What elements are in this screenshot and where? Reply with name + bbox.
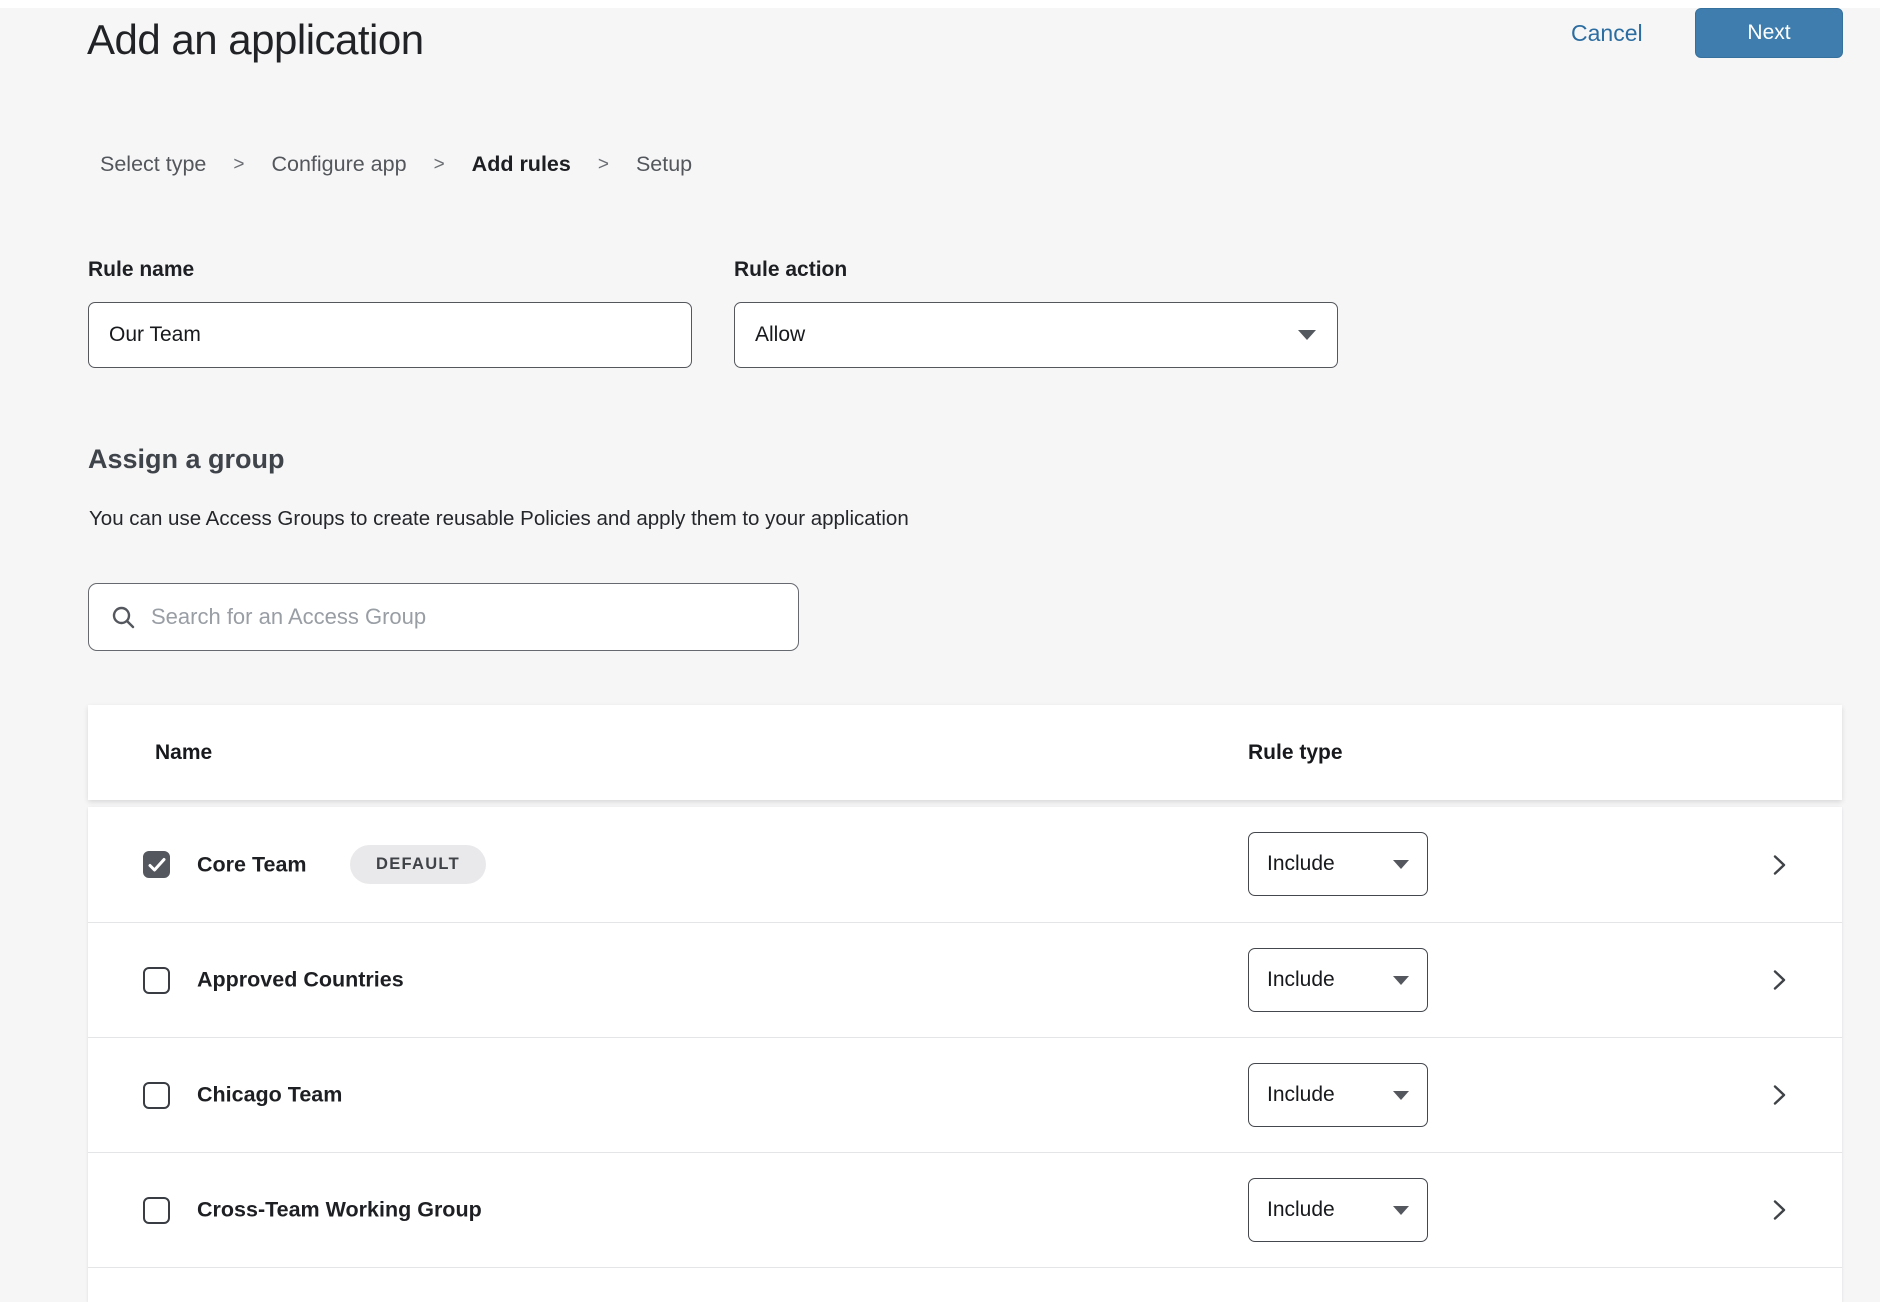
assign-group-description: You can use Access Groups to create reus… — [89, 507, 909, 531]
chevron-right-icon[interactable] — [1766, 1082, 1792, 1108]
step-configure-app[interactable]: Configure app — [271, 152, 406, 177]
chevron-down-icon — [1298, 330, 1316, 340]
row-checkbox[interactable] — [143, 1197, 170, 1224]
chevron-separator-icon: > — [233, 154, 244, 176]
next-button[interactable]: Next — [1695, 8, 1843, 58]
access-group-search — [88, 583, 799, 651]
default-badge: DEFAULT — [350, 845, 486, 884]
chevron-down-icon — [1393, 1091, 1409, 1100]
rule-name-input[interactable] — [88, 302, 692, 368]
step-setup[interactable]: Setup — [636, 152, 692, 177]
rule-type-select[interactable]: Include — [1248, 1063, 1428, 1127]
check-icon — [148, 857, 166, 873]
table-row: Chicago Team Include — [88, 1037, 1842, 1152]
rule-type-value: Include — [1267, 1083, 1335, 1107]
group-table-rows: Core Team DEFAULT Include Approved Count… — [88, 807, 1842, 1267]
rule-action-value: Allow — [755, 323, 805, 347]
column-header-rule-type: Rule type — [1248, 741, 1343, 765]
row-checkbox[interactable] — [143, 1082, 170, 1109]
row-checkbox[interactable] — [143, 851, 170, 878]
page-title: Add an application — [87, 16, 424, 64]
chevron-separator-icon: > — [598, 154, 609, 176]
rule-action-select[interactable]: Allow — [734, 302, 1338, 368]
rule-type-value: Include — [1267, 968, 1335, 992]
breadcrumb: Select type > Configure app > Add rules … — [100, 152, 692, 177]
chevron-right-icon[interactable] — [1766, 1197, 1792, 1223]
rule-name-label: Rule name — [88, 258, 194, 282]
step-add-rules[interactable]: Add rules — [472, 152, 571, 177]
search-icon — [110, 604, 137, 631]
cancel-button[interactable]: Cancel — [1571, 20, 1643, 47]
rule-type-value: Include — [1267, 852, 1335, 876]
rule-type-select[interactable]: Include — [1248, 948, 1428, 1012]
chevron-down-icon — [1393, 976, 1409, 985]
rule-type-select[interactable]: Include — [1248, 1178, 1428, 1242]
group-name: Core Team — [197, 852, 307, 877]
group-name: Chicago Team — [197, 1083, 342, 1108]
chevron-right-icon[interactable] — [1766, 967, 1792, 993]
group-name: Approved Countries — [197, 968, 404, 993]
table-row: Core Team DEFAULT Include — [88, 807, 1842, 922]
top-strip — [0, 0, 1880, 8]
rule-action-label: Rule action — [734, 258, 847, 282]
add-application-page: Add an application Cancel Next Select ty… — [0, 0, 1880, 1302]
table-row: Approved Countries Include — [88, 922, 1842, 1037]
rule-type-value: Include — [1267, 1198, 1335, 1222]
chevron-separator-icon: > — [434, 154, 445, 176]
step-select-type[interactable]: Select type — [100, 152, 206, 177]
group-table-body: Core Team DEFAULT Include Approved Count… — [88, 807, 1842, 1302]
group-name: Cross-Team Working Group — [197, 1198, 482, 1223]
assign-group-heading: Assign a group — [88, 444, 285, 475]
group-table-header: Name Rule type — [88, 705, 1842, 800]
column-header-name: Name — [155, 741, 212, 765]
table-row: Cross-Team Working Group Include — [88, 1152, 1842, 1267]
row-checkbox[interactable] — [143, 967, 170, 994]
next-button-label: Next — [1747, 21, 1790, 45]
chevron-down-icon — [1393, 1206, 1409, 1215]
chevron-right-icon[interactable] — [1766, 852, 1792, 878]
chevron-down-icon — [1393, 860, 1409, 869]
search-input[interactable] — [151, 585, 781, 649]
rule-type-select[interactable]: Include — [1248, 832, 1428, 896]
table-row-partial — [88, 1267, 1842, 1300]
